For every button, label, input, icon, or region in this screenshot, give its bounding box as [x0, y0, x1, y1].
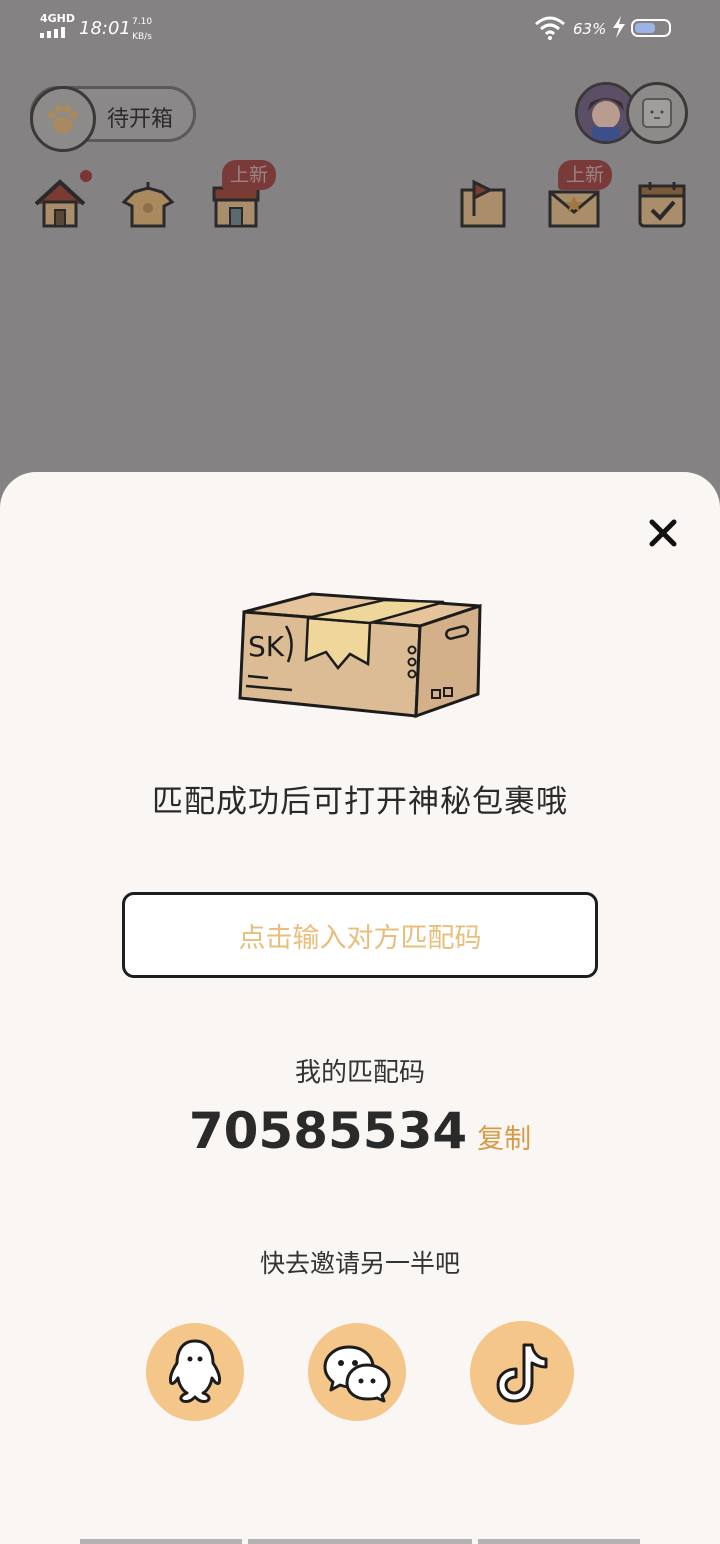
battery-percent: 63% [573, 20, 607, 38]
tiktok-icon [496, 1343, 548, 1403]
signal-icon [40, 27, 65, 38]
status-bar: 4GHD 18:01 7.10 KB/s 63% [0, 0, 720, 56]
battery-fill [635, 23, 655, 33]
svg-text:SK: SK [248, 630, 285, 663]
copy-button[interactable]: 复制 [477, 1117, 531, 1156]
new-badge: 上新 [222, 160, 277, 190]
network-type: 4GHD [40, 12, 76, 25]
clock: 18:01 [79, 18, 131, 39]
my-match-code: 70585534 [188, 1102, 468, 1160]
close-button[interactable] [640, 510, 686, 556]
my-code-row: 70585534 复制 [0, 1102, 720, 1160]
home-icon[interactable] [32, 176, 88, 232]
my-code-label: 我的匹配码 [294, 1058, 425, 1088]
wifi-icon [535, 16, 565, 40]
partner-avatar-placeholder[interactable] [626, 82, 688, 144]
new-badge: 上新 [558, 160, 613, 190]
notification-dot [80, 170, 92, 182]
nav-gesture-bar [478, 1539, 640, 1544]
charging-icon [613, 16, 625, 38]
share-qq-button[interactable] [146, 1323, 244, 1421]
nav-gesture-bar [80, 1539, 242, 1544]
flag-board-icon[interactable] [456, 176, 512, 232]
close-icon [649, 519, 677, 547]
partner-code-input[interactable]: 点击输入对方匹配码 [122, 892, 598, 978]
wardrobe-shirt-icon[interactable] [120, 176, 176, 232]
qq-icon [169, 1339, 221, 1403]
unbox-label: 待开箱 [107, 107, 174, 132]
match-bottom-sheet: SK 匹配成功后可打开神秘包裹哦 点击输入对方匹配码 我的匹配码 7058553… [0, 472, 720, 1544]
share-tiktok-button[interactable] [470, 1321, 574, 1425]
battery-icon [631, 19, 671, 37]
sheet-title: 匹配成功后可打开神秘包裹哦 [152, 784, 568, 820]
calendar-icon[interactable] [634, 176, 690, 232]
wechat-icon [323, 1345, 391, 1403]
paw-icon [30, 86, 96, 152]
nav-gesture-bar [248, 1539, 472, 1544]
mystery-box-illustration: SK [238, 592, 482, 719]
invite-label: 快去邀请另一半吧 [259, 1249, 460, 1278]
share-wechat-button[interactable] [308, 1323, 406, 1421]
network-speed: 7.10 KB/s [132, 17, 153, 42]
unbox-pill[interactable]: 待开箱 [30, 86, 196, 152]
